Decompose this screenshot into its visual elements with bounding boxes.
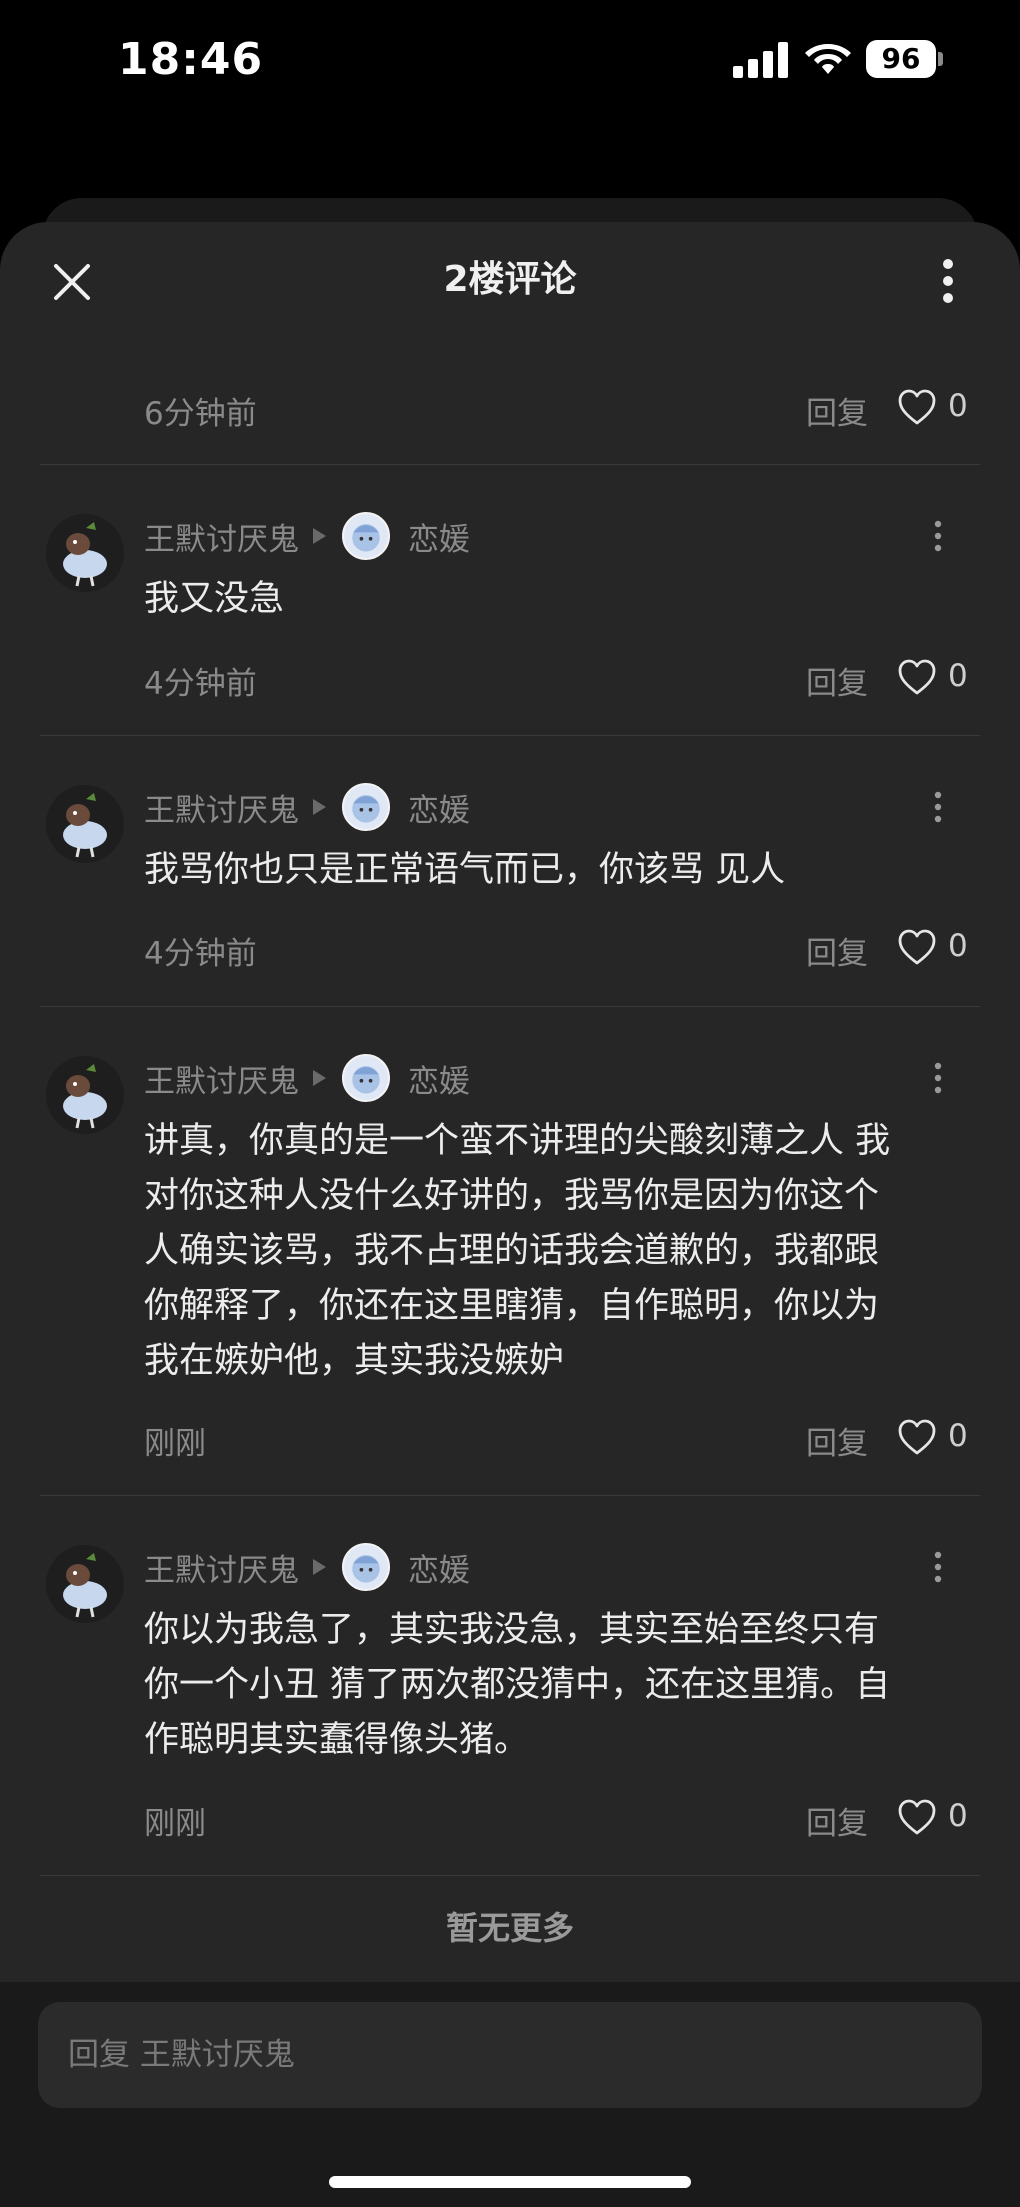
reply-button[interactable]: 回复 — [806, 388, 868, 433]
comment-timestamp: 6分钟前 — [144, 396, 257, 432]
comment-meta-row: 4分钟前 回复 0 — [144, 652, 974, 702]
divider — [40, 1006, 980, 1007]
comment-timestamp: 刚刚 — [144, 1426, 206, 1462]
divider — [40, 1875, 980, 1876]
heart-outline-icon[interactable] — [897, 1798, 937, 1836]
like-count: 0 — [948, 928, 968, 964]
reply-button[interactable]: 回复 — [806, 1798, 868, 1843]
battery-level: 96 — [881, 42, 921, 75]
comment-author[interactable]: 王默讨厌鬼 — [144, 514, 299, 559]
comment-meta-row: 4分钟前 回复 0 — [144, 922, 974, 972]
comment-author[interactable]: 王默讨厌鬼 — [144, 1545, 299, 1590]
more-vertical-icon[interactable] — [924, 516, 952, 556]
reply-button[interactable]: 回复 — [806, 928, 868, 973]
comment-meta-row: 6分钟前 回复 0 — [144, 382, 974, 432]
comment-meta-row: 刚刚 回复 0 — [144, 1412, 974, 1462]
avatar[interactable] — [46, 514, 124, 592]
target-avatar[interactable] — [342, 1543, 390, 1591]
target-avatar[interactable] — [342, 1054, 390, 1102]
comment-meta-row: 刚刚 回复 0 — [144, 1792, 974, 1842]
status-time: 18:46 — [118, 34, 264, 85]
status-bar: 18:46 96 — [0, 0, 1020, 120]
comment-timestamp: 4分钟前 — [144, 666, 257, 702]
wifi-icon — [805, 44, 851, 74]
comment-author[interactable]: 王默讨厌鬼 — [144, 785, 299, 830]
screen: 18:46 96 2楼评论 6分钟前 回复 0 王默讨厌鬼 恋媛 我又没急 4分… — [0, 0, 1020, 2207]
heart-outline-icon[interactable] — [897, 658, 937, 696]
like-count: 0 — [948, 658, 968, 694]
comment-reply-target[interactable]: 恋媛 — [408, 1056, 470, 1101]
reply-button[interactable]: 回复 — [806, 1418, 868, 1463]
avatar[interactable] — [46, 1545, 124, 1623]
comment-reply-target[interactable]: 恋媛 — [408, 514, 470, 559]
target-avatar[interactable] — [342, 783, 390, 831]
like-count: 0 — [948, 1798, 968, 1834]
battery-indicator: 96 — [866, 40, 944, 78]
comment-header: 王默讨厌鬼 恋媛 — [144, 1543, 470, 1591]
comment-text: 我又没急 — [144, 579, 285, 619]
more-vertical-icon[interactable] — [924, 1058, 952, 1098]
sheet-header: 2楼评论 — [0, 222, 1020, 342]
cellular-signal-icon — [733, 42, 788, 78]
no-more-label: 暂无更多 — [445, 1909, 574, 1947]
comment-reply-target[interactable]: 恋媛 — [408, 1545, 470, 1590]
reply-bar — [0, 1982, 1020, 2207]
more-vertical-icon[interactable] — [924, 1547, 952, 1587]
more-vertical-icon[interactable] — [924, 787, 952, 827]
heart-outline-icon[interactable] — [897, 928, 937, 966]
comment-header: 王默讨厌鬼 恋媛 — [144, 1054, 470, 1102]
more-vertical-icon[interactable] — [930, 256, 966, 306]
reply-input[interactable] — [38, 2002, 982, 2108]
comment-text: 我骂你也只是正常语气而已，你该骂 见人 — [144, 850, 786, 890]
divider — [40, 464, 980, 465]
like-count: 0 — [948, 388, 968, 424]
reply-arrow-icon — [313, 1559, 326, 1575]
divider — [40, 735, 980, 736]
comment-header: 王默讨厌鬼 恋媛 — [144, 512, 470, 560]
divider — [40, 1495, 980, 1496]
comment-header: 王默讨厌鬼 恋媛 — [144, 783, 470, 831]
reply-arrow-icon — [313, 528, 326, 544]
heart-outline-icon[interactable] — [897, 388, 937, 426]
heart-outline-icon[interactable] — [897, 1418, 937, 1456]
target-avatar[interactable] — [342, 512, 390, 560]
comment-text: 讲真，你真的是一个蛮不讲理的尖酸刻薄之人 我 对你这种人没什么好讲的，我骂你是因… — [144, 1121, 891, 1381]
comment-timestamp: 4分钟前 — [144, 936, 257, 972]
avatar[interactable] — [46, 1056, 124, 1134]
page-title: 2楼评论 — [443, 259, 577, 300]
like-count: 0 — [948, 1418, 968, 1454]
comment-text: 你以为我急了，其实我没急，其实至始至终只有 你一个小丑 猜了两次都没猜中，还在这… — [144, 1610, 891, 1760]
comment-timestamp: 刚刚 — [144, 1806, 206, 1842]
comment-reply-target[interactable]: 恋媛 — [408, 785, 470, 830]
reply-arrow-icon — [313, 799, 326, 815]
reply-button[interactable]: 回复 — [806, 658, 868, 703]
battery-cap — [938, 52, 943, 66]
avatar[interactable] — [46, 785, 124, 863]
comment-author[interactable]: 王默讨厌鬼 — [144, 1056, 299, 1101]
home-indicator[interactable] — [329, 2176, 691, 2188]
reply-arrow-icon — [313, 1070, 326, 1086]
